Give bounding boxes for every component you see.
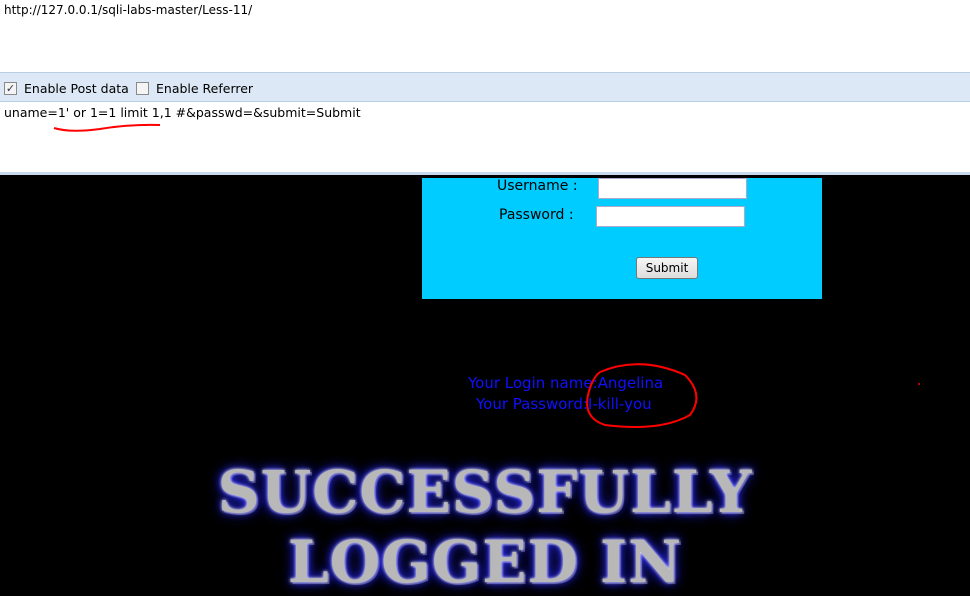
circle-annotation [586, 363, 698, 429]
red-annotations [53, 123, 920, 429]
underline-annotation [53, 123, 161, 132]
